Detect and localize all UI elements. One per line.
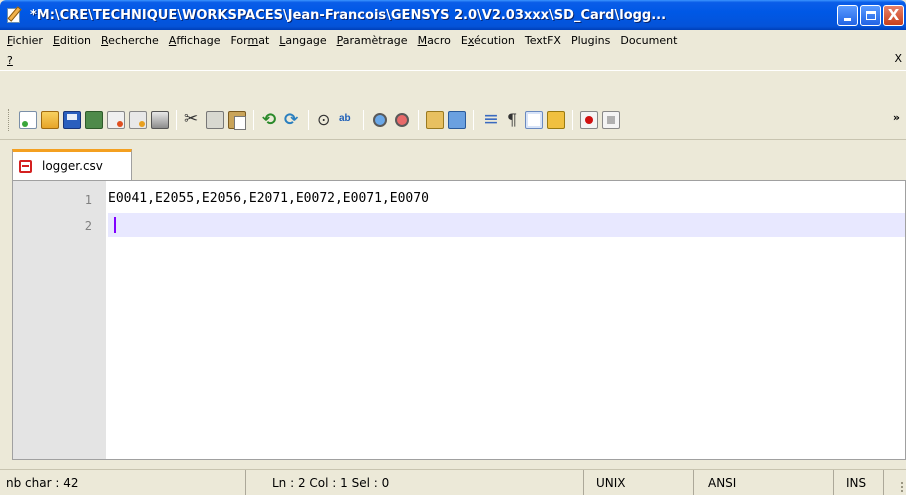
status-encoding: ANSI <box>694 470 834 495</box>
toolbar-separator <box>418 110 419 130</box>
editor-area[interactable]: 1 2 E0041,E2055,E2056,E2071,E0072,E0071,… <box>12 180 906 460</box>
toolbar-separator <box>572 110 573 130</box>
tab-label: logger.csv <box>42 159 103 173</box>
indent-guide-icon[interactable] <box>525 111 543 129</box>
maximize-button[interactable] <box>860 4 881 26</box>
sync-vertical-icon[interactable] <box>426 111 444 129</box>
toolbar-grip[interactable] <box>8 109 11 131</box>
status-cursor-position: Ln : 2 Col : 1 Sel : 0 <box>246 470 584 495</box>
modified-file-icon <box>19 159 32 173</box>
menu-langage[interactable]: Langage <box>274 34 331 47</box>
new-file-icon[interactable] <box>19 111 37 129</box>
toolbar-separator <box>473 110 474 130</box>
close-document-button[interactable]: X <box>894 52 902 65</box>
menu-recherche[interactable]: Recherche <box>96 34 164 47</box>
menu-format[interactable]: Format <box>225 34 274 47</box>
copy-icon[interactable] <box>206 111 224 129</box>
notepad-plus-plus-icon[interactable] <box>6 6 24 24</box>
close-window-button[interactable]: X <box>883 4 904 26</box>
toolbar-separator <box>308 110 309 130</box>
line-number: 1 <box>84 193 92 207</box>
toolbar: » <box>0 70 906 140</box>
menu-edition[interactable]: Edition <box>48 34 96 47</box>
menu-macro[interactable]: Macro <box>413 34 456 47</box>
menu-param-trage[interactable]: Paramètrage <box>332 34 413 47</box>
find-icon[interactable] <box>316 110 334 129</box>
undo-icon[interactable] <box>261 110 279 130</box>
fold-icon[interactable] <box>547 111 565 129</box>
sync-horizontal-icon[interactable] <box>448 111 466 129</box>
status-eol-format: UNIX <box>584 470 694 495</box>
toolbar-separator <box>363 110 364 130</box>
print-icon[interactable] <box>151 111 169 129</box>
menu-document[interactable]: Document <box>615 34 682 47</box>
save-all-icon[interactable] <box>85 111 103 129</box>
line-number: 2 <box>84 219 92 233</box>
minimize-button[interactable] <box>837 4 858 26</box>
toolbar-separator <box>253 110 254 130</box>
window-title: *M:\CRE\TECHNIQUE\WORKSPACES\Jean-Franco… <box>30 7 667 23</box>
cut-icon[interactable] <box>184 109 202 129</box>
word-wrap-icon[interactable] <box>481 108 499 130</box>
menu-fichier[interactable]: Fichier <box>2 34 48 47</box>
close-icon: X <box>887 5 900 24</box>
toolbar-separator <box>176 110 177 130</box>
tab-bar: logger.csv <box>0 140 906 180</box>
menu-ex-cution[interactable]: Exécution <box>456 34 520 47</box>
menu-bar: Fichier Edition Recherche Affichage Format La… <box>0 30 906 70</box>
zoom-out-icon[interactable] <box>395 113 409 127</box>
title-bar[interactable]: *M:\CRE\TECHNIQUE\WORKSPACES\Jean-Franco… <box>0 0 906 30</box>
open-file-icon[interactable] <box>41 111 59 129</box>
resize-grip[interactable] <box>893 482 903 492</box>
menu-help[interactable]: ? <box>2 54 18 67</box>
save-icon[interactable] <box>63 111 81 129</box>
text-caret <box>114 217 116 233</box>
paste-icon[interactable] <box>228 111 246 130</box>
status-char-count: nb char : 42 <box>2 470 246 495</box>
toolbar-overflow-button[interactable]: » <box>893 111 900 124</box>
record-macro-icon[interactable] <box>580 111 598 129</box>
menu-affichage[interactable]: Affichage <box>164 34 226 47</box>
code-line[interactable]: E0041,E2055,E2056,E2071,E0072,E0071,E007… <box>108 191 429 206</box>
menu-plugins[interactable]: Plugins <box>566 34 615 47</box>
status-bar: nb char : 42 Ln : 2 Col : 1 Sel : 0 UNIX… <box>0 469 906 495</box>
line-number-gutter: 1 2 <box>13 181 106 459</box>
maximize-icon <box>865 10 876 20</box>
tab-logger-csv[interactable]: logger.csv <box>12 149 132 180</box>
minimize-icon <box>844 17 851 21</box>
show-all-chars-icon[interactable] <box>503 110 521 129</box>
status-insert-mode: INS <box>834 470 884 495</box>
current-line-highlight <box>108 213 905 237</box>
close-file-icon[interactable] <box>107 111 125 129</box>
redo-icon[interactable] <box>283 110 301 130</box>
zoom-in-icon[interactable] <box>373 113 387 127</box>
menu-textfx[interactable]: TextFX <box>520 34 566 47</box>
replace-icon[interactable] <box>338 111 356 129</box>
stop-macro-icon[interactable] <box>602 111 620 129</box>
close-all-icon[interactable] <box>129 111 147 129</box>
